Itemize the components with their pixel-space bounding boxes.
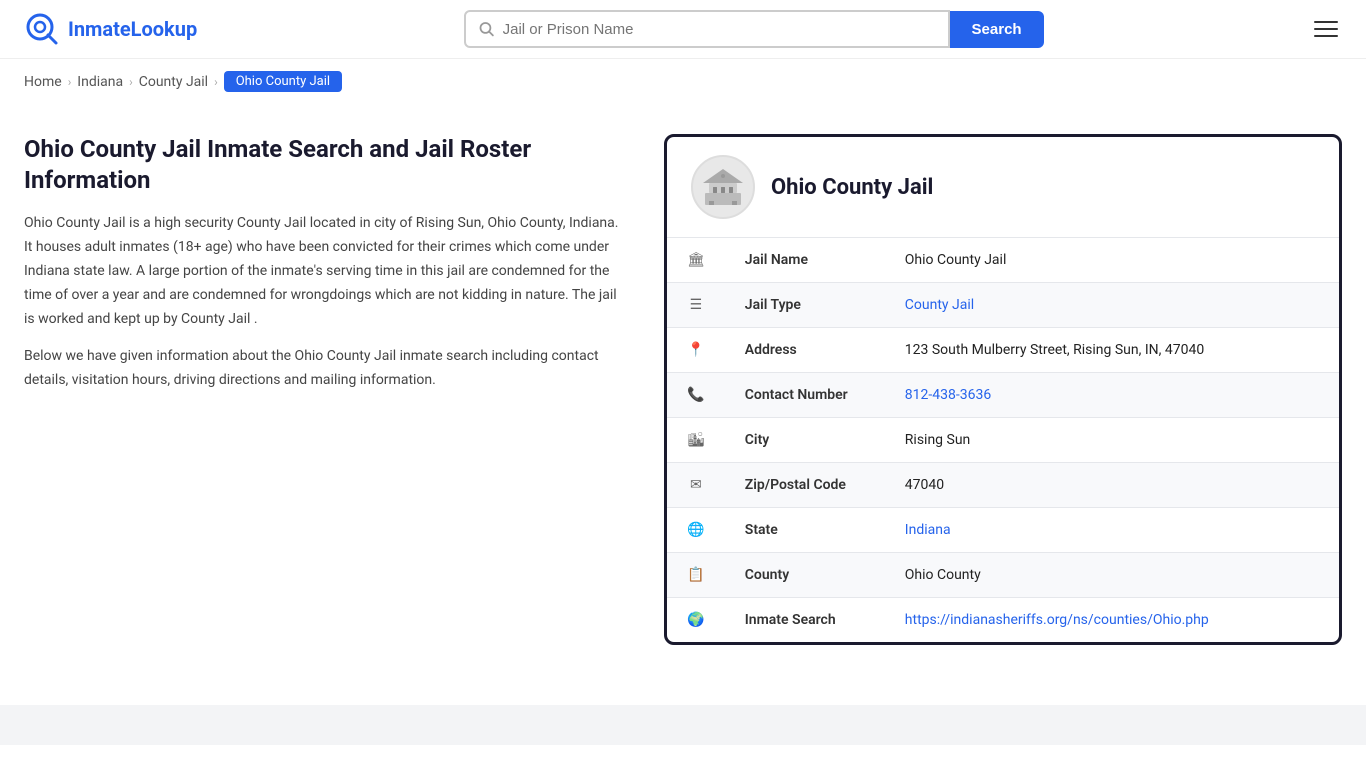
search-icon: [478, 20, 495, 38]
row-icon: 🌐: [667, 508, 725, 553]
row-icon: ✉: [667, 463, 725, 508]
row-value[interactable]: County Jail: [885, 283, 1339, 328]
table-row: 🌍Inmate Search https://indianasheriffs.or…: [667, 598, 1339, 643]
table-row: 📍Address123 South Mulberry Street, Risin…: [667, 328, 1339, 373]
breadcrumb-sep-1: ›: [68, 75, 72, 89]
hamburger-line-2: [1314, 28, 1338, 30]
row-icon: 📋: [667, 553, 725, 598]
row-label: Jail Name: [725, 238, 885, 283]
logo-icon: [24, 11, 60, 47]
card-title: Ohio County Jail: [771, 175, 933, 200]
breadcrumb-sep-3: ›: [214, 75, 218, 89]
row-value[interactable]: 812-438-3636: [885, 373, 1339, 418]
table-row: 🏙CityRising Sun: [667, 418, 1339, 463]
page-title: Ohio County Jail Inmate Search and Jail …: [24, 134, 624, 196]
row-label: Zip/Postal Code: [725, 463, 885, 508]
hamburger-line-1: [1314, 21, 1338, 23]
row-value: Rising Sun: [885, 418, 1339, 463]
logo-text: InmateLookup: [68, 17, 197, 41]
table-row: 🏛Jail NameOhio County Jail: [667, 238, 1339, 283]
row-label: Inmate Search: [725, 598, 885, 643]
table-row: 📞Contact Number 812-438-3636: [667, 373, 1339, 418]
breadcrumb-sep-2: ›: [129, 75, 133, 89]
row-icon: 🏛: [667, 238, 725, 283]
footer: [0, 705, 1366, 745]
row-value: 123 South Mulberry Street, Rising Sun, I…: [885, 328, 1339, 373]
hamburger-line-3: [1314, 35, 1338, 37]
search-input[interactable]: [503, 21, 936, 38]
left-section: Ohio County Jail Inmate Search and Jail …: [24, 134, 664, 407]
breadcrumb-indiana[interactable]: Indiana: [77, 74, 123, 90]
row-label: Contact Number: [725, 373, 885, 418]
row-label: Address: [725, 328, 885, 373]
row-link[interactable]: https://indianasheriffs.org/ns/counties/…: [905, 612, 1209, 628]
row-label: State: [725, 508, 885, 553]
search-area: Search: [464, 10, 1044, 48]
card-header: Ohio County Jail: [667, 137, 1339, 238]
table-row: 📋CountyOhio County: [667, 553, 1339, 598]
description-para-1: Ohio County Jail is a high security Coun…: [24, 212, 624, 331]
row-icon: 📞: [667, 373, 725, 418]
row-link[interactable]: County Jail: [905, 297, 974, 313]
breadcrumb: Home › Indiana › County Jail › Ohio Coun…: [0, 59, 1366, 104]
search-button[interactable]: Search: [950, 11, 1044, 48]
row-value[interactable]: https://indianasheriffs.org/ns/counties/…: [885, 598, 1339, 643]
row-value[interactable]: Indiana: [885, 508, 1339, 553]
site-header: InmateLookup Search: [0, 0, 1366, 59]
breadcrumb-county-jail[interactable]: County Jail: [139, 74, 208, 90]
search-input-wrapper: [464, 10, 950, 48]
row-icon: 🏙: [667, 418, 725, 463]
courthouse-icon: [701, 165, 745, 209]
facility-image: [691, 155, 755, 219]
row-label: Jail Type: [725, 283, 885, 328]
row-icon: 📍: [667, 328, 725, 373]
row-link[interactable]: Indiana: [905, 522, 951, 538]
description-para-2: Below we have given information about th…: [24, 345, 624, 393]
main-content: Ohio County Jail Inmate Search and Jail …: [0, 104, 1366, 685]
row-link[interactable]: 812-438-3636: [905, 387, 991, 403]
row-value: 47040: [885, 463, 1339, 508]
table-row: ☰Jail Type County Jail: [667, 283, 1339, 328]
breadcrumb-home[interactable]: Home: [24, 74, 62, 90]
facility-card: Ohio County Jail 🏛Jail NameOhio County J…: [664, 134, 1342, 645]
logo-link[interactable]: InmateLookup: [24, 11, 197, 47]
hamburger-menu[interactable]: [1310, 17, 1342, 41]
table-row: 🌐State Indiana: [667, 508, 1339, 553]
table-row: ✉Zip/Postal Code47040: [667, 463, 1339, 508]
row-value: Ohio County Jail: [885, 238, 1339, 283]
row-value: Ohio County: [885, 553, 1339, 598]
row-label: County: [725, 553, 885, 598]
row-icon: 🌍: [667, 598, 725, 643]
row-icon: ☰: [667, 283, 725, 328]
row-label: City: [725, 418, 885, 463]
breadcrumb-current: Ohio County Jail: [224, 71, 342, 92]
info-table: 🏛Jail NameOhio County Jail☰Jail TypeCoun…: [667, 238, 1339, 642]
